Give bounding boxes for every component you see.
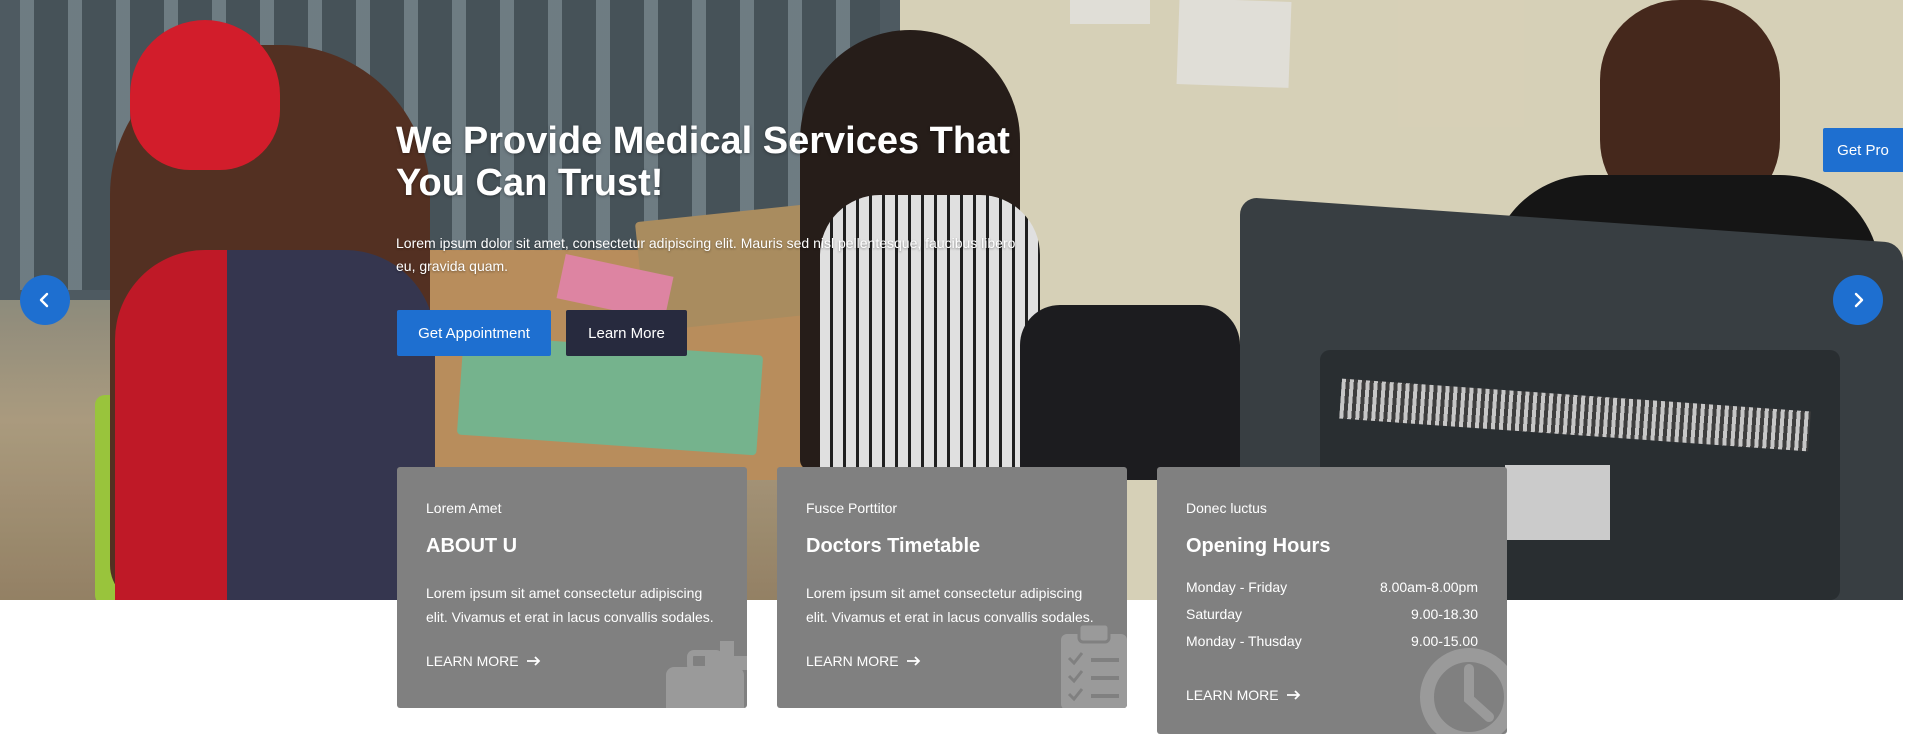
card-title: Doctors Timetable: [806, 535, 981, 557]
hours-row: Monday - Thusday 9.00-15.00: [1186, 633, 1478, 660]
feature-card-about: Lorem Amet ABOUT U Lorem ipsum sit amet …: [397, 467, 747, 708]
hours-day: Monday - Thusday: [1186, 633, 1302, 649]
hours-time: 8.00am-8.00pm: [1379, 579, 1478, 595]
chevron-left-icon: [39, 292, 49, 308]
slider-next-button[interactable]: [1833, 275, 1883, 325]
card-title: Opening Hours: [1186, 535, 1331, 557]
card-text: Lorem ipsum sit amet consectetur adipisc…: [426, 585, 714, 625]
hours-row: Saturday 9.00-18.30: [1186, 606, 1478, 633]
card-link-label: LEARN MORE: [1186, 687, 1279, 703]
hero-title: We Provide Medical Services That You Can…: [396, 120, 1010, 204]
get-appointment-button[interactable]: Get Appointment: [397, 310, 551, 356]
slider-prev-button[interactable]: [20, 275, 70, 325]
get-pro-button[interactable]: Get Pro: [1823, 128, 1903, 172]
card-kicker: Donec luctus: [1186, 500, 1267, 516]
feature-card-timetable: Fusce Porttitor Doctors Timetable Lorem …: [777, 467, 1127, 708]
card-link-label: LEARN MORE: [806, 653, 899, 669]
learn-more-button[interactable]: Learn More: [566, 310, 687, 356]
opening-hours-list: Monday - Friday 8.00am-8.00pm Saturday 9…: [1186, 579, 1478, 660]
card-learn-more-link[interactable]: LEARN MORE: [426, 652, 718, 670]
hours-time: 9.00-15.00: [1411, 633, 1478, 649]
arrow-right-icon: [526, 656, 540, 666]
hero-description: Lorem ipsum dolor sit amet, consectetur …: [396, 235, 1016, 274]
card-link-label: LEARN MORE: [426, 653, 519, 669]
hours-day: Saturday: [1186, 606, 1243, 622]
card-learn-more-link[interactable]: LEARN MORE: [806, 652, 1098, 670]
chevron-right-icon: [1854, 292, 1864, 308]
card-kicker: Lorem Amet: [426, 500, 502, 516]
arrow-right-icon: [906, 656, 920, 666]
hours-day: Monday - Friday: [1186, 579, 1288, 595]
card-learn-more-link[interactable]: LEARN MORE: [1186, 686, 1478, 704]
arrow-right-icon: [1286, 690, 1300, 700]
hours-time: 9.00-18.30: [1411, 606, 1478, 622]
card-text: Lorem ipsum sit amet consectetur adipisc…: [806, 585, 1094, 625]
hours-row: Monday - Friday 8.00am-8.00pm: [1186, 579, 1478, 606]
card-kicker: Fusce Porttitor: [806, 500, 898, 516]
card-title: ABOUT U: [426, 535, 518, 557]
feature-card-opening-hours: Donec luctus Opening Hours Monday - Frid…: [1157, 467, 1507, 734]
